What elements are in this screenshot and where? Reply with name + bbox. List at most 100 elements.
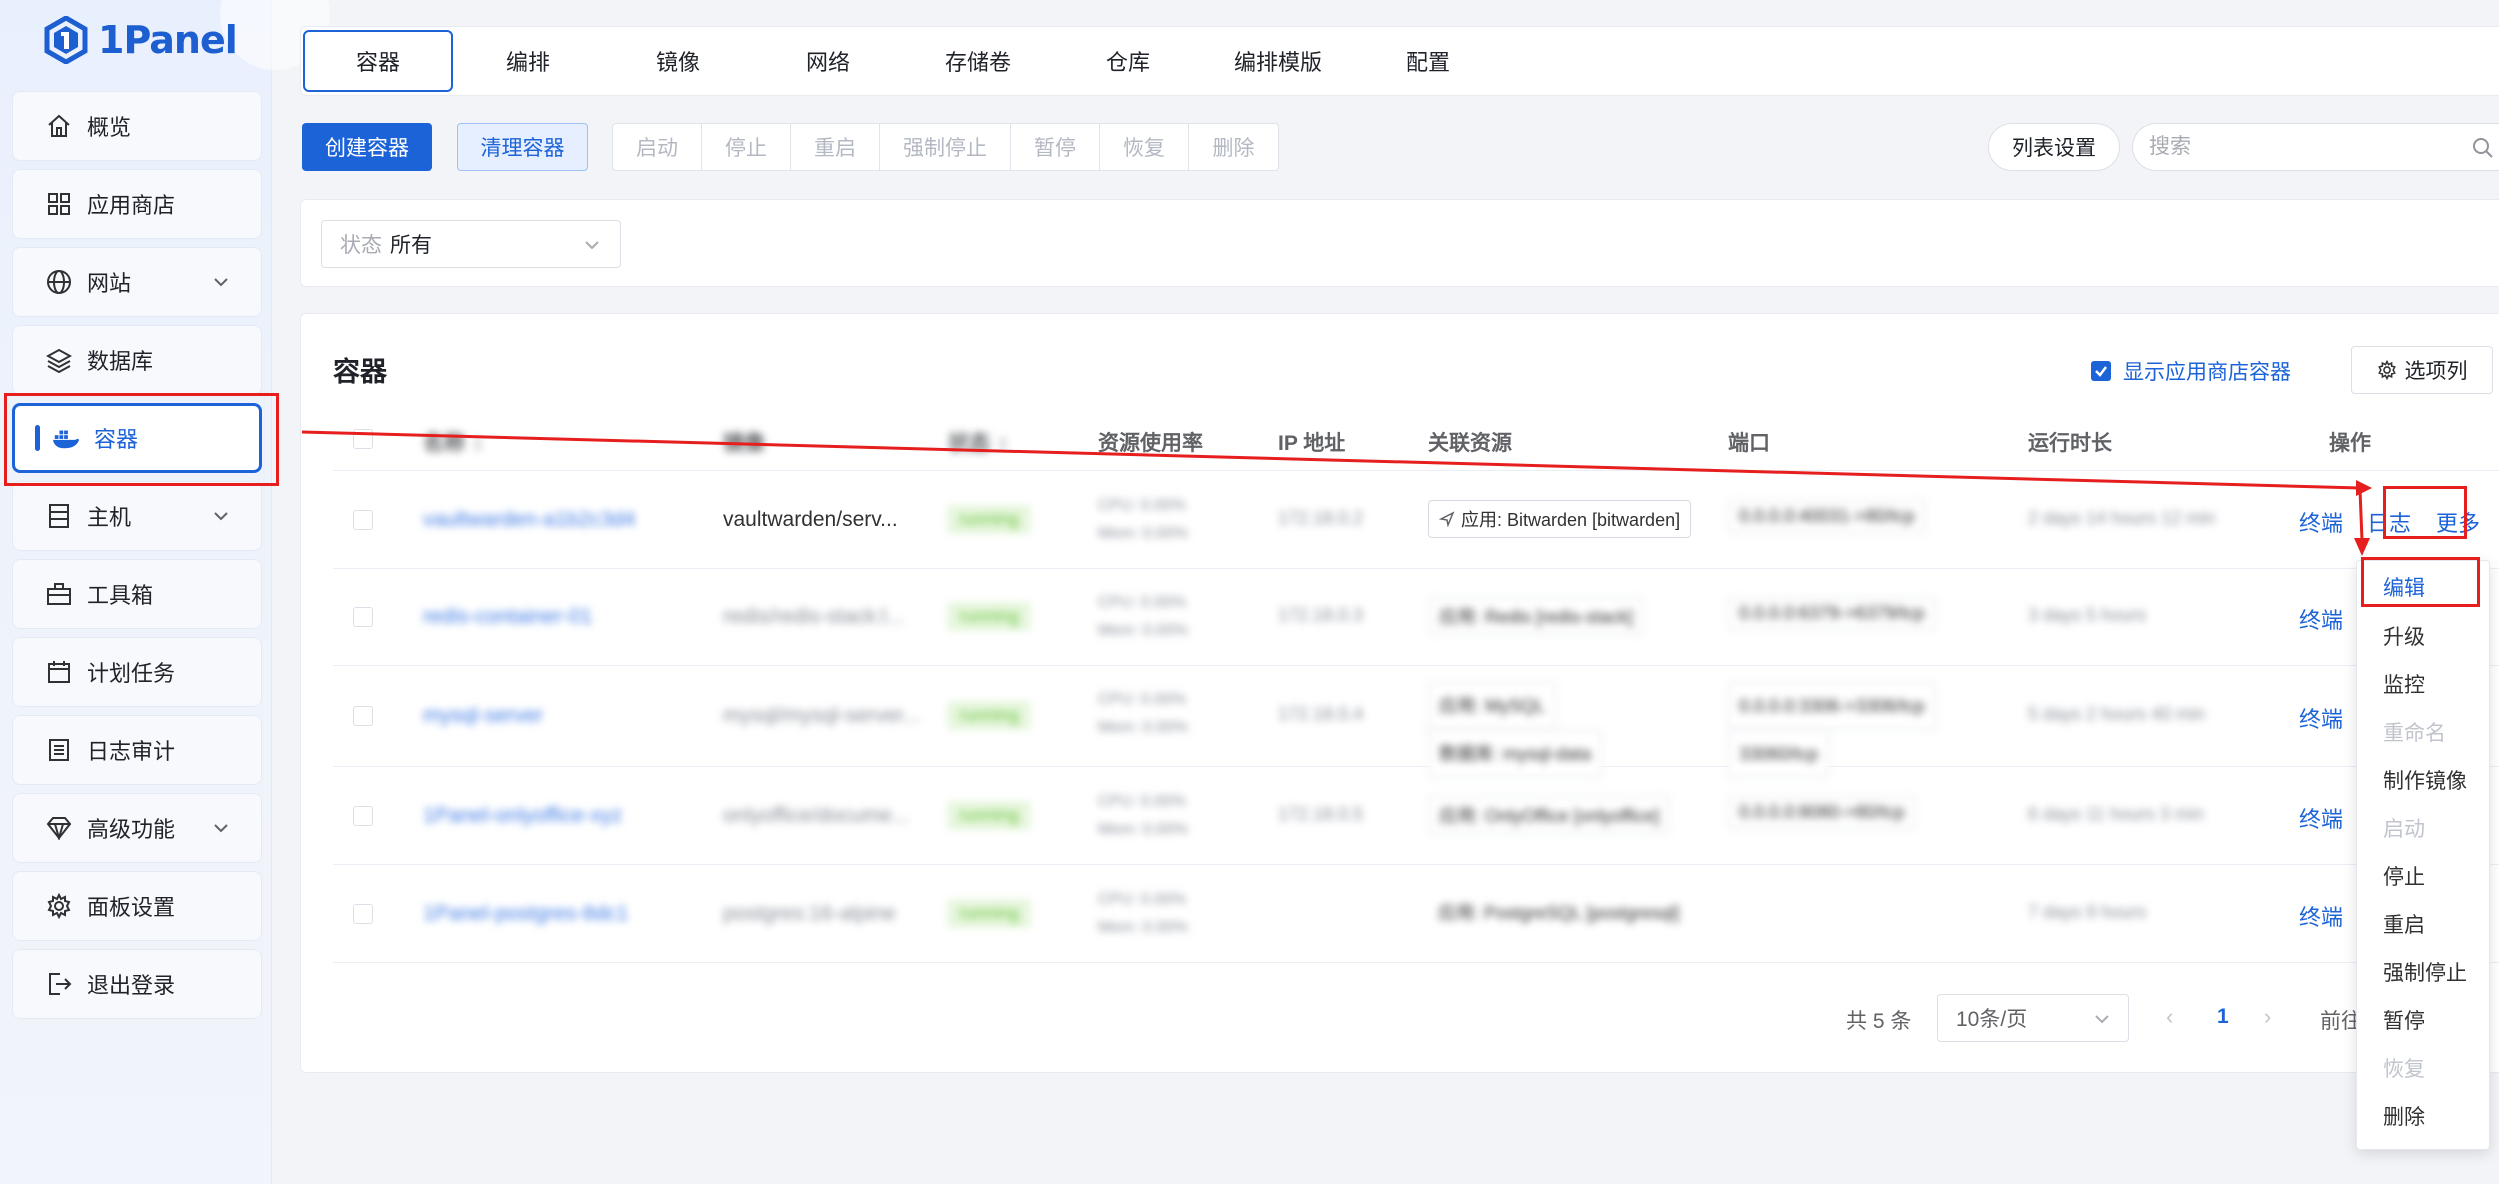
start-button[interactable]: 启动 bbox=[613, 124, 702, 170]
stop-button[interactable]: 停止 bbox=[702, 124, 791, 170]
tab-repo[interactable]: 仓库 bbox=[1053, 30, 1203, 92]
tab-image[interactable]: 镜像 bbox=[603, 30, 753, 92]
dropdown-item-start[interactable]: 启动 bbox=[2383, 813, 2425, 843]
chevron-down-icon bbox=[214, 278, 228, 287]
columns-button[interactable]: 选项列 bbox=[2351, 346, 2493, 394]
prev-page-icon[interactable]: ‹ bbox=[2166, 1004, 2173, 1030]
sidebar-item-label: 面板设置 bbox=[87, 895, 176, 920]
batch-action-group: 启动 停止 重启 强制停止 暂停 恢复 删除 bbox=[612, 123, 1279, 171]
col-status[interactable]: 状态 bbox=[948, 427, 1010, 457]
more-link[interactable]: 更多 bbox=[2436, 506, 2480, 538]
container-name[interactable]: 1Panel-onlyoffice-xyz bbox=[423, 804, 622, 828]
status-badge: running bbox=[948, 506, 1031, 533]
logs-link[interactable]: 日志 bbox=[2367, 506, 2411, 538]
tab-compose[interactable]: 编排 bbox=[453, 30, 603, 92]
next-page-icon[interactable]: › bbox=[2264, 1004, 2271, 1030]
col-name[interactable]: 名称 bbox=[423, 427, 485, 457]
table-row: 1Panel-postgres-8dc1 postgres:16-alpine … bbox=[333, 866, 2499, 963]
calendar-icon bbox=[45, 658, 73, 686]
row-checkbox[interactable] bbox=[353, 806, 373, 826]
col-actions: 操作 bbox=[2329, 432, 2371, 455]
dropdown-item-rename[interactable]: 重命名 bbox=[2383, 717, 2446, 747]
terminal-link[interactable]: 终端 bbox=[2299, 603, 2343, 635]
dropdown-item-stop[interactable]: 停止 bbox=[2383, 861, 2425, 891]
dropdown-item-edit[interactable]: 编辑 bbox=[2383, 572, 2425, 602]
tab-volume[interactable]: 存储卷 bbox=[903, 30, 1053, 92]
select-all-checkbox[interactable] bbox=[353, 429, 373, 449]
terminal-link[interactable]: 终端 bbox=[2299, 506, 2343, 538]
container-name[interactable]: redis-container-01 bbox=[423, 605, 592, 629]
terminal-link[interactable]: 终端 bbox=[2299, 900, 2343, 932]
resume-button[interactable]: 恢复 bbox=[1100, 124, 1189, 170]
search-input[interactable] bbox=[2149, 135, 2449, 159]
sidebar-item-label: 主机 bbox=[87, 505, 132, 530]
status-badge: running bbox=[948, 802, 1031, 829]
log-icon bbox=[45, 736, 73, 764]
sidebar-item-appstore[interactable]: 应用商店 bbox=[12, 169, 262, 239]
tab-compose-template[interactable]: 编排模版 bbox=[1203, 30, 1353, 92]
restart-button[interactable]: 重启 bbox=[791, 124, 880, 170]
force-stop-button[interactable]: 强制停止 bbox=[880, 124, 1011, 170]
sidebar-item-settings[interactable]: 面板设置 bbox=[12, 871, 262, 941]
container-name[interactable]: mysql-server bbox=[423, 704, 543, 728]
sidebar-item-label: 计划任务 bbox=[87, 661, 176, 686]
sidebar-item-database[interactable]: 数据库 bbox=[12, 325, 262, 395]
dropdown-item-pause[interactable]: 暂停 bbox=[2383, 1005, 2425, 1035]
col-image: 镜像 bbox=[723, 432, 765, 455]
pause-button[interactable]: 暂停 bbox=[1011, 124, 1100, 170]
sidebar-item-label: 容器 bbox=[94, 427, 139, 452]
dropdown-item-resume[interactable]: 恢复 bbox=[2383, 1053, 2425, 1083]
card-title: 容器 bbox=[333, 357, 387, 387]
dropdown-item-upgrade[interactable]: 升级 bbox=[2383, 621, 2425, 651]
tab-network[interactable]: 网络 bbox=[753, 30, 903, 92]
dropdown-item-monitor[interactable]: 监控 bbox=[2383, 669, 2425, 699]
tab-container[interactable]: 容器 bbox=[303, 30, 453, 92]
terminal-link[interactable]: 终端 bbox=[2299, 802, 2343, 834]
related-resource[interactable]: 应用: Bitwarden [bitwarden] bbox=[1428, 500, 1692, 538]
row-checkbox[interactable] bbox=[353, 904, 373, 924]
row-checkbox[interactable] bbox=[353, 706, 373, 726]
row-checkbox[interactable] bbox=[353, 510, 373, 530]
container-name[interactable]: 1Panel-postgres-8dc1 bbox=[423, 902, 628, 926]
container-name[interactable]: vaultwarden-a1b2c3d4 bbox=[423, 508, 635, 532]
uptime: 2 days 14 hours 12 min bbox=[2028, 508, 2216, 528]
delete-button[interactable]: 删除 bbox=[1189, 124, 1278, 170]
show-appstore-checkbox[interactable]: 显示应用商店容器 bbox=[2091, 356, 2291, 386]
logo[interactable]: 1Panel bbox=[44, 16, 238, 64]
dropdown-item-delete[interactable]: 删除 bbox=[2383, 1101, 2425, 1131]
list-settings-button[interactable]: 列表设置 bbox=[1988, 123, 2120, 171]
status-filter-select[interactable]: 状态 所有 bbox=[321, 220, 621, 268]
gear-icon bbox=[45, 892, 73, 920]
create-container-button[interactable]: 创建容器 bbox=[302, 123, 432, 171]
ip-address: 172.18.0.5 bbox=[1278, 804, 1364, 824]
page-size-value: 10条/页 bbox=[1956, 1008, 2028, 1031]
terminal-link[interactable]: 终端 bbox=[2299, 702, 2343, 734]
sidebar-item-label: 概览 bbox=[87, 115, 132, 140]
sidebar-item-overview[interactable]: 概览 bbox=[12, 91, 262, 161]
sidebar-item-host[interactable]: 主机 bbox=[12, 481, 262, 551]
sidebar-item-toolbox[interactable]: 工具箱 bbox=[12, 559, 262, 629]
col-related-resource: 关联资源 bbox=[1428, 432, 1512, 455]
more-actions-dropdown: 编辑 升级 监控 重命名 制作镜像 启动 停止 重启 强制停止 暂停 恢复 删除 bbox=[2356, 560, 2490, 1150]
search-icon[interactable] bbox=[2471, 136, 2495, 160]
dropdown-item-commit-image[interactable]: 制作镜像 bbox=[2383, 765, 2467, 795]
sidebar-item-logout[interactable]: 退出登录 bbox=[12, 949, 262, 1019]
sidebar-item-cron[interactable]: 计划任务 bbox=[12, 637, 262, 707]
clean-container-button[interactable]: 清理容器 bbox=[457, 123, 588, 171]
row-checkbox[interactable] bbox=[353, 607, 373, 627]
logo-text: 1Panel bbox=[98, 18, 238, 62]
table-row: 1Panel-onlyoffice-xyz onlyoffice/docume.… bbox=[333, 768, 2499, 865]
dropdown-item-force-stop[interactable]: 强制停止 bbox=[2383, 957, 2467, 987]
sidebar-item-logs[interactable]: 日志审计 bbox=[12, 715, 262, 785]
tab-config[interactable]: 配置 bbox=[1353, 30, 1503, 92]
current-page[interactable]: 1 bbox=[2217, 1005, 2229, 1029]
table-row: redis-container-01 redis/redis-stack:l..… bbox=[333, 569, 2499, 666]
dropdown-item-restart[interactable]: 重启 bbox=[2383, 909, 2425, 939]
sidebar-item-label: 工具箱 bbox=[87, 583, 154, 608]
sidebar-item-container[interactable]: 容器 bbox=[12, 403, 262, 473]
sidebar-item-advanced[interactable]: 高级功能 bbox=[12, 793, 262, 863]
page-size-select[interactable]: 10条/页 bbox=[1937, 994, 2129, 1042]
sidebar-item-website[interactable]: 网站 bbox=[12, 247, 262, 317]
layers-icon bbox=[45, 346, 73, 374]
sidebar-item-label: 高级功能 bbox=[87, 817, 176, 842]
